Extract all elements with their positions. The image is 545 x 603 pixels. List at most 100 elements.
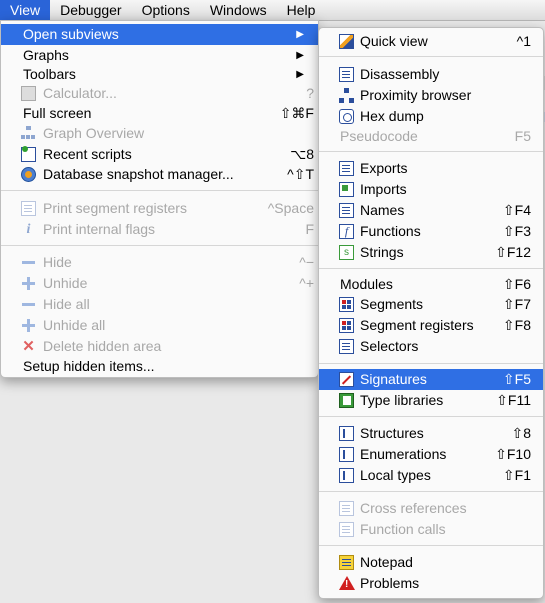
menu-separator [319,363,543,364]
hide-all-icon [21,297,36,312]
menu-item-hex-dump[interactable]: Hex dump [319,106,543,127]
menu-separator [319,491,543,492]
menu-item-structures[interactable]: Structures ⇧8 [319,423,543,444]
menu-item-names[interactable]: Names ⇧F4 [319,200,543,221]
menu-item-imports[interactable]: Imports [319,179,543,200]
notepad-icon [339,555,354,570]
names-icon [339,203,354,218]
menu-item-label: Unhide all [43,317,106,333]
menu-item-label: Pseudocode [340,128,418,144]
menu-item-selectors[interactable]: Selectors [319,336,543,357]
imports-icon [339,182,354,197]
menu-item-print-internal-flags[interactable]: i Print internal flags F [1,219,318,240]
menu-item-label: Type libraries [360,392,444,408]
exports-icon [339,161,354,176]
menu-item-print-segment-registers[interactable]: Print segment registers ^Space [1,198,318,219]
unhide-all-icon [21,318,36,333]
menu-separator [319,545,543,546]
menu-item-label: Segment registers [360,317,474,333]
shortcut-label: ^⇧T [287,166,314,182]
local-types-icon [339,468,354,483]
menu-item-label: Problems [360,575,420,591]
shortcut-label: ^+ [299,275,314,291]
menu-debugger[interactable]: Debugger [50,0,132,20]
menu-item-unhide[interactable]: Unhide ^+ [1,273,318,294]
menu-item-quick-view[interactable]: Quick view ^1 [319,31,543,52]
shortcut-label: ? [306,85,314,101]
menu-item-modules[interactable]: Modules ⇧F6 [319,274,543,295]
menu-item-label: Hex dump [360,108,424,124]
menu-item-hide-all[interactable]: Hide all [1,294,318,315]
shortcut-label: ⇧⌘F [279,105,314,121]
menu-item-graph-overview[interactable]: Graph Overview [1,123,318,144]
menu-item-problems[interactable]: Problems [319,573,543,594]
menu-item-toolbars[interactable]: Toolbars ▶ [1,64,318,85]
menu-item-exports[interactable]: Exports [319,158,543,179]
menu-item-type-libraries[interactable]: Type libraries ⇧F11 [319,390,543,411]
menu-item-recent-scripts[interactable]: Recent scripts ⌥8 [1,144,318,165]
menu-item-segments[interactable]: Segments ⇧F7 [319,294,543,315]
structures-icon [339,426,354,441]
calculator-icon [21,86,36,101]
menu-item-proximity-browser[interactable]: Proximity browser [319,85,543,106]
recent-scripts-icon [21,146,36,162]
menu-item-label: Strings [360,244,404,260]
open-subviews-submenu: Quick view ^1 Disassembly Proximity brow… [318,27,544,599]
shortcut-label: ⇧8 [511,425,531,441]
menu-item-label: Graph Overview [43,125,145,141]
menu-item-disassembly[interactable]: Disassembly [319,64,543,85]
quick-view-icon [339,34,354,49]
menu-item-signatures[interactable]: Signatures ⇧F5 [319,369,543,390]
menu-item-label: Open subviews [23,26,119,42]
proximity-browser-icon [339,88,354,103]
menu-item-label: Cross references [360,500,467,516]
shortcut-label: F [305,221,314,237]
info-icon: i [26,222,31,237]
selectors-icon [339,339,354,354]
functions-icon: f [339,224,354,239]
menu-item-graphs[interactable]: Graphs ▶ [1,45,318,66]
menu-item-label: Print internal flags [43,221,156,237]
menu-item-label: Print segment registers [43,200,187,216]
menu-item-label: Disassembly [360,66,440,82]
menu-separator [319,56,543,57]
menu-item-label: Structures [360,425,424,441]
menu-item-enumerations[interactable]: Enumerations ⇧F10 [319,444,543,465]
menu-item-label: Hide all [43,296,90,312]
menu-item-label: Setup hidden items... [23,358,155,374]
shortcut-label: F5 [514,128,531,144]
menu-item-label: Hide [43,254,72,270]
menu-item-delete-hidden-area[interactable]: ✕ Delete hidden area [1,336,318,357]
menu-item-notepad[interactable]: Notepad [319,552,543,573]
menu-item-calculator[interactable]: Calculator... ? [1,83,318,104]
menu-item-function-calls[interactable]: Function calls [319,519,543,540]
menu-item-label: Database snapshot manager... [43,166,234,182]
signatures-icon [339,372,354,387]
menu-item-label: Segments [360,296,424,312]
menu-item-label: Quick view [360,33,428,49]
shortcut-label: ⇧F8 [502,317,531,333]
menu-windows[interactable]: Windows [200,0,277,20]
menu-item-pseudocode[interactable]: Pseudocode F5 [319,126,543,147]
menu-item-unhide-all[interactable]: Unhide all [1,315,318,336]
menu-view[interactable]: View [0,0,51,20]
menu-options[interactable]: Options [132,0,200,20]
menu-item-label: Unhide [43,275,88,291]
menu-item-database-snapshot-manager[interactable]: Database snapshot manager... ^⇧T [1,164,318,185]
menu-separator [319,151,543,152]
menu-item-strings[interactable]: s Strings ⇧F12 [319,242,543,263]
menu-item-cross-references[interactable]: Cross references [319,498,543,519]
function-calls-icon [339,522,354,537]
menu-item-full-screen[interactable]: Full screen ⇧⌘F [1,103,318,124]
menu-item-open-subviews[interactable]: Open subviews ▶ [1,24,318,45]
menu-item-setup-hidden-items[interactable]: Setup hidden items... [1,356,318,377]
menu-item-functions[interactable]: f Functions ⇧F3 [319,221,543,242]
shortcut-label: ⇧F1 [502,467,531,483]
hide-icon [21,255,36,270]
menu-item-segment-registers[interactable]: Segment registers ⇧F8 [319,315,543,336]
menu-item-local-types[interactable]: Local types ⇧F1 [319,465,543,486]
menu-help[interactable]: Help [277,0,326,20]
submenu-arrow-icon: ▶ [296,69,304,80]
menu-item-hide[interactable]: Hide ^− [1,252,318,273]
shortcut-label: ⇧F12 [495,244,531,260]
